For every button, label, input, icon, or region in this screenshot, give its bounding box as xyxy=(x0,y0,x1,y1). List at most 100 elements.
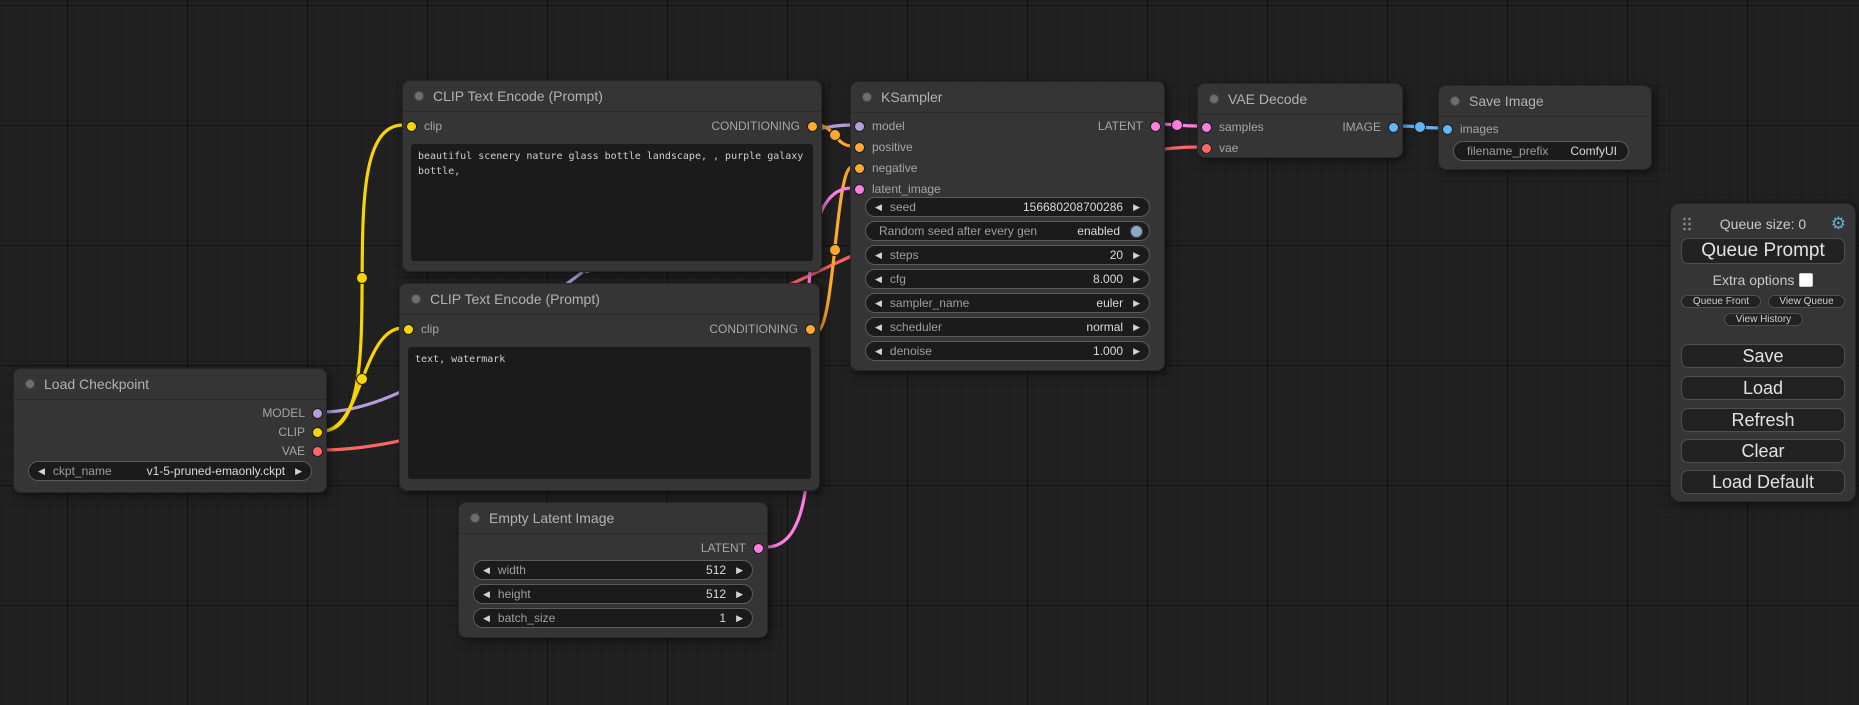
widget-label: height xyxy=(498,587,531,601)
collapse-dot-icon[interactable] xyxy=(414,91,424,101)
comfy-menu-panel[interactable]: Queue size: 0 ⚙ Queue Prompt Extra optio… xyxy=(1670,203,1856,502)
settings-gear-icon[interactable]: ⚙ xyxy=(1831,213,1846,235)
load-default-button[interactable]: Load Default xyxy=(1681,470,1845,494)
link-midpoint-dot[interactable] xyxy=(830,130,841,141)
increment-arrow-icon[interactable]: ▶ xyxy=(1133,203,1140,212)
node-load-checkpoint[interactable]: Load Checkpoint MODEL CLIP VAE ◀ ckpt_na… xyxy=(13,368,327,493)
node-ksampler[interactable]: KSampler model positive negative latent_… xyxy=(850,81,1165,371)
decrement-arrow-icon[interactable]: ◀ xyxy=(875,251,882,260)
output-conditioning: CONDITIONING xyxy=(711,116,818,136)
queue-prompt-button[interactable]: Queue Prompt xyxy=(1681,238,1845,264)
queue-front-button[interactable]: Queue Front xyxy=(1681,295,1761,308)
samples-input-dot[interactable] xyxy=(1201,122,1212,133)
clip-output-dot[interactable] xyxy=(312,427,323,438)
node-title-bar[interactable]: Load Checkpoint xyxy=(14,369,326,400)
increment-arrow-icon[interactable]: ▶ xyxy=(1133,251,1140,260)
random-seed-widget[interactable]: Random seed after every gen enabled xyxy=(865,221,1150,241)
latent-image-input-dot[interactable] xyxy=(854,184,865,195)
images-input-dot[interactable] xyxy=(1442,124,1453,135)
decrement-arrow-icon[interactable]: ◀ xyxy=(483,614,490,623)
clear-button[interactable]: Clear xyxy=(1681,439,1845,463)
filename-prefix-widget[interactable]: filename_prefix ComfyUI xyxy=(1453,141,1629,161)
decrement-arrow-icon[interactable]: ◀ xyxy=(875,203,882,212)
node-empty-latent-image[interactable]: Empty Latent Image LATENT ◀ width 512 ▶ … xyxy=(458,502,768,638)
increment-arrow-icon[interactable]: ▶ xyxy=(1133,275,1140,284)
node-title-bar[interactable]: VAE Decode xyxy=(1198,84,1402,115)
save-button[interactable]: Save xyxy=(1681,344,1845,368)
latent-output-dot[interactable] xyxy=(753,543,764,554)
decrement-arrow-icon[interactable]: ◀ xyxy=(875,347,882,356)
widget-value: enabled xyxy=(1077,224,1120,238)
node-title-bar[interactable]: KSampler xyxy=(851,82,1164,113)
collapse-dot-icon[interactable] xyxy=(470,513,480,523)
steps-widget[interactable]: ◀ steps 20 ▶ xyxy=(865,245,1150,265)
node-clip-text-encode-negative[interactable]: CLIP Text Encode (Prompt) clip CONDITION… xyxy=(399,283,820,491)
decrement-arrow-icon[interactable]: ◀ xyxy=(875,275,882,284)
refresh-button[interactable]: Refresh xyxy=(1681,408,1845,432)
widget-label: steps xyxy=(890,248,919,262)
decrement-arrow-icon[interactable]: ◀ xyxy=(875,323,882,332)
view-queue-button[interactable]: View Queue xyxy=(1768,295,1845,308)
denoise-widget[interactable]: ◀ denoise 1.000 ▶ xyxy=(865,341,1150,361)
node-vae-decode[interactable]: VAE Decode samples vae IMAGE xyxy=(1197,83,1403,158)
height-widget[interactable]: ◀ height 512 ▶ xyxy=(473,584,753,604)
random-seed-toggle-icon[interactable] xyxy=(1130,225,1143,238)
positive-input-dot[interactable] xyxy=(854,142,865,153)
increment-arrow-icon[interactable]: ▶ xyxy=(1133,299,1140,308)
node-title: VAE Decode xyxy=(1228,91,1307,107)
node-title-bar[interactable]: Save Image xyxy=(1439,86,1651,117)
cfg-widget[interactable]: ◀ cfg 8.000 ▶ xyxy=(865,269,1150,289)
collapse-dot-icon[interactable] xyxy=(862,92,872,102)
decrement-arrow-icon[interactable]: ◀ xyxy=(38,467,45,476)
width-widget[interactable]: ◀ width 512 ▶ xyxy=(473,560,753,580)
decrement-arrow-icon[interactable]: ◀ xyxy=(483,566,490,575)
collapse-dot-icon[interactable] xyxy=(1209,94,1219,104)
input-label: positive xyxy=(872,140,913,154)
increment-arrow-icon[interactable]: ▶ xyxy=(1133,347,1140,356)
node-clip-text-encode-positive[interactable]: CLIP Text Encode (Prompt) clip CONDITION… xyxy=(402,80,822,272)
prompt-textarea[interactable]: beautiful scenery nature glass bottle la… xyxy=(411,144,813,261)
model-input-dot[interactable] xyxy=(854,121,865,132)
conditioning-output-dot[interactable] xyxy=(805,324,816,335)
ckpt-name-widget[interactable]: ◀ ckpt_name v1-5-pruned-emaonly.ckpt ▶ xyxy=(28,461,312,481)
collapse-dot-icon[interactable] xyxy=(1450,96,1460,106)
node-save-image[interactable]: Save Image images filename_prefix ComfyU… xyxy=(1438,85,1652,170)
node-title-bar[interactable]: Empty Latent Image xyxy=(459,503,767,534)
vae-input-dot[interactable] xyxy=(1201,143,1212,154)
collapse-dot-icon[interactable] xyxy=(25,379,35,389)
clip-input-dot[interactable] xyxy=(406,121,417,132)
latent-output-dot[interactable] xyxy=(1150,121,1161,132)
widget-label: sampler_name xyxy=(890,296,969,310)
widget-value: 1.000 xyxy=(1093,344,1123,358)
extra-options-row: Extra options xyxy=(1671,271,1855,289)
image-output-dot[interactable] xyxy=(1388,122,1399,133)
node-title-bar[interactable]: CLIP Text Encode (Prompt) xyxy=(400,284,819,315)
model-output-dot[interactable] xyxy=(312,408,323,419)
scheduler-widget[interactable]: ◀ scheduler normal ▶ xyxy=(865,317,1150,337)
link-midpoint-dot[interactable] xyxy=(357,273,368,284)
link-midpoint-dot[interactable] xyxy=(1415,122,1426,133)
vae-output-dot[interactable] xyxy=(312,446,323,457)
increment-arrow-icon[interactable]: ▶ xyxy=(295,467,302,476)
decrement-arrow-icon[interactable]: ◀ xyxy=(875,299,882,308)
collapse-dot-icon[interactable] xyxy=(411,294,421,304)
link-midpoint-dot[interactable] xyxy=(357,374,368,385)
increment-arrow-icon[interactable]: ▶ xyxy=(736,590,743,599)
batch-size-widget[interactable]: ◀ batch_size 1 ▶ xyxy=(473,608,753,628)
link-midpoint-dot[interactable] xyxy=(1172,120,1183,131)
decrement-arrow-icon[interactable]: ◀ xyxy=(483,590,490,599)
negative-input-dot[interactable] xyxy=(854,163,865,174)
clip-input-dot[interactable] xyxy=(403,324,414,335)
load-button[interactable]: Load xyxy=(1681,376,1845,400)
sampler-name-widget[interactable]: ◀ sampler_name euler ▶ xyxy=(865,293,1150,313)
increment-arrow-icon[interactable]: ▶ xyxy=(736,566,743,575)
increment-arrow-icon[interactable]: ▶ xyxy=(1133,323,1140,332)
view-history-button[interactable]: View History xyxy=(1724,313,1803,326)
seed-widget[interactable]: ◀ seed 156680208700286 ▶ xyxy=(865,197,1150,217)
prompt-textarea[interactable]: text, watermark xyxy=(408,347,811,479)
conditioning-output-dot[interactable] xyxy=(807,121,818,132)
link-midpoint-dot[interactable] xyxy=(830,245,841,256)
node-title-bar[interactable]: CLIP Text Encode (Prompt) xyxy=(403,81,821,112)
extra-options-checkbox[interactable] xyxy=(1799,273,1813,287)
increment-arrow-icon[interactable]: ▶ xyxy=(736,614,743,623)
